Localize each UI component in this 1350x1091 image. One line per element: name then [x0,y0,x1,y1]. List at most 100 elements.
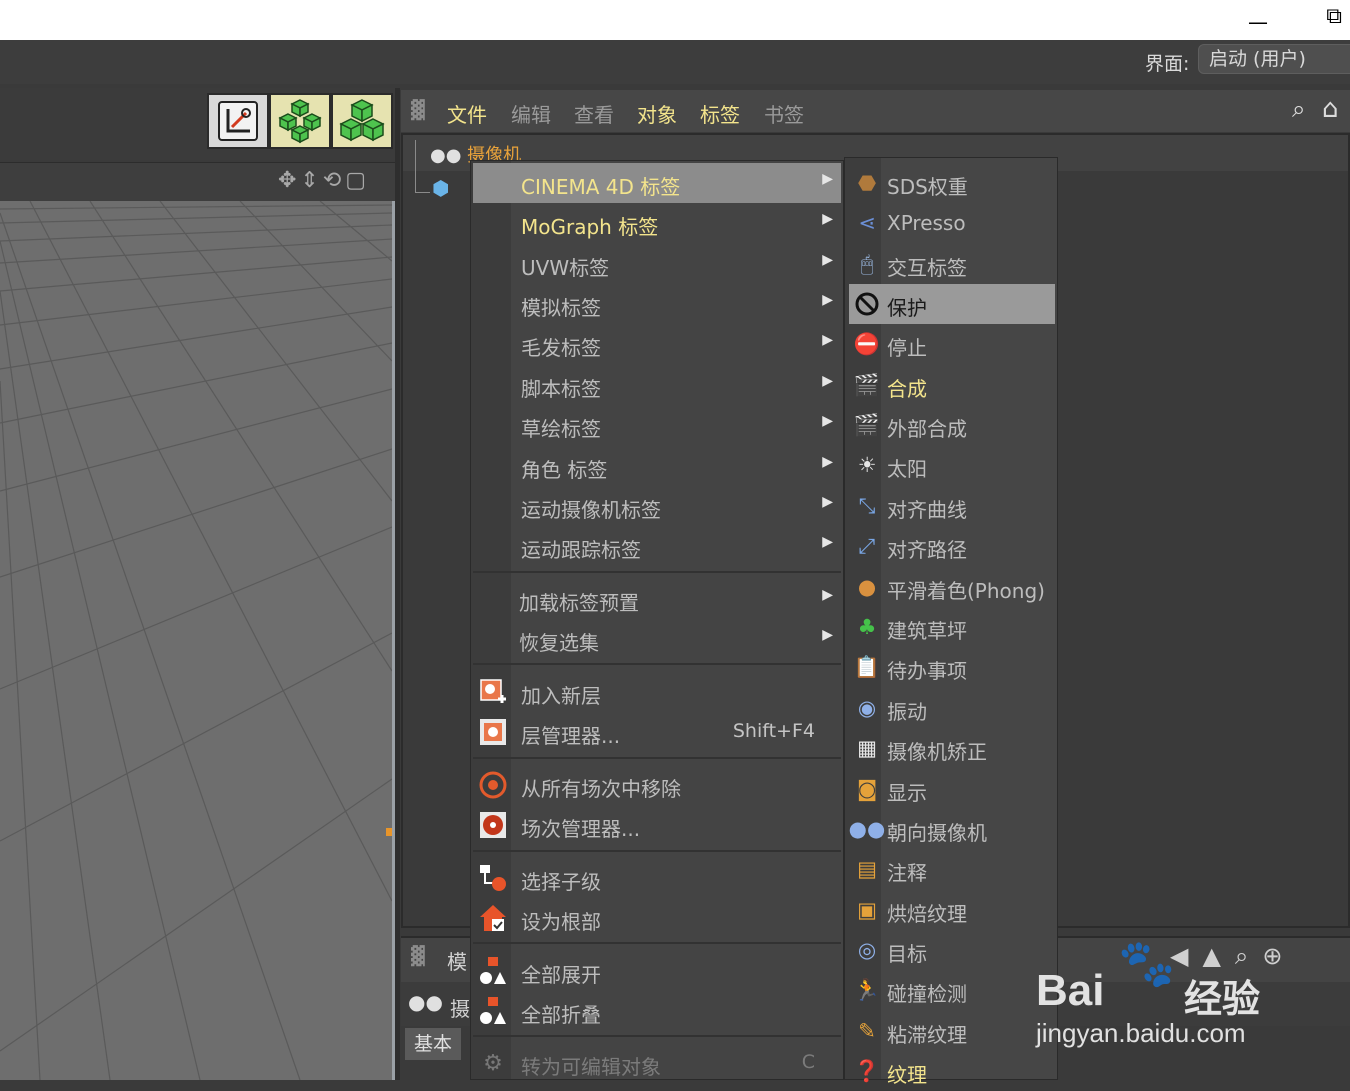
bake-texture-icon: ▣ [857,898,877,922]
menu-item-simulation-tags[interactable]: 模拟标签 ▶ [473,284,841,324]
grip-icon[interactable]: ▓ [411,946,425,967]
submenu-item-camera-calibrator[interactable]: ▦ 摄像机矫正 [849,728,1055,768]
submenu-item-align-to-spline[interactable]: ⤡ 对齐曲线 [849,486,1055,526]
search-icon[interactable]: ⌕ [1292,95,1305,123]
menu-edit[interactable]: 编辑 [511,99,551,128]
protection-icon [851,288,883,320]
submenu-item-protection[interactable]: 保护 [849,284,1055,324]
menu-item-sketch-tags[interactable]: 草绘标签 ▶ [473,405,841,445]
camera-icon: ●● [430,145,462,166]
viewport-nav-icons[interactable]: ✥⇕⟲▢ [278,168,370,193]
menu-item-remove-from-all-takes[interactable]: 从所有场次中移除 [473,765,841,805]
menu-file[interactable]: 文件 [447,99,487,128]
submenu-item-align-to-path[interactable]: ⤢ 对齐路径 [849,526,1055,566]
menu-item-label: 角色 标签 [521,458,608,482]
menu-item-motion-tracking-tags[interactable]: 运动跟踪标签 ▶ [473,526,841,566]
submenu-item-external-compositing[interactable]: 🎬 外部合成 [849,405,1055,445]
submenu-item-annotation[interactable]: ▤ 注释 [849,849,1055,889]
menu-item-label: 粘滞纹理 [887,1023,967,1047]
menu-item-label: SDS权重 [887,175,968,199]
submenu-item-compositing[interactable]: 🎬 合成 [849,365,1055,405]
submenu-item-bake-texture[interactable]: ▣ 烘焙纹理 [849,890,1055,930]
menu-item-label: 合成 [887,377,927,401]
submenu-item-look-at-camera[interactable]: ●● 朝向摄像机 [849,809,1055,849]
submenu-item-phong[interactable]: ● 平滑着色(Phong) [849,567,1055,607]
set-root-icon [477,902,509,934]
external-compositing-icon: 🎬 [853,412,881,437]
submenu-item-sun[interactable]: ☀ 太阳 [849,445,1055,485]
3d-viewport[interactable] [0,201,395,1080]
menu-view[interactable]: 查看 [574,99,614,128]
submenu-item-target[interactable]: ◎ 目标 [849,930,1055,970]
submenu-arrow-icon: ▶ [822,454,833,470]
menu-item-label: 运动跟踪标签 [521,538,641,562]
menu-bookmarks[interactable]: 书签 [764,99,804,128]
submenu-arrow-icon: ▶ [822,413,833,429]
submenu-item-xpresso[interactable]: ⋖ XPresso [849,203,1055,243]
minimize-button[interactable]: — [1248,10,1268,34]
shortcut-label: Shift+F4 [732,720,815,742]
menu-item-label: 层管理器... [521,724,621,748]
object-row-cube[interactable]: ⬢ [432,176,449,200]
coordinate-icon [218,101,258,141]
menu-item-label: 毛发标签 [521,336,601,360]
menu-item-set-as-root[interactable]: 设为根部 [473,898,841,938]
menu-item-take-manager[interactable]: 场次管理器... [473,805,841,845]
layout-dropdown[interactable]: 启动 (用户) [1198,44,1350,74]
menu-item-cinema4d-tags[interactable]: CINEMA 4D 标签 ▶ [473,163,841,203]
menu-item-expand-all[interactable]: 全部展开 [473,951,841,991]
menu-item-restore-selection[interactable]: 恢复选集 ▶ [473,619,841,659]
menu-item-uvw-tags[interactable]: UVW标签 ▶ [473,244,841,284]
menu-item-label: 太阳 [887,457,927,481]
menu-objects[interactable]: 对象 [637,99,677,128]
menu-item-script-tags[interactable]: 脚本标签 ▶ [473,365,841,405]
menu-item-load-tag-preset[interactable]: 加载标签预置 ▶ [473,579,841,619]
shortcut-label: C [801,1051,815,1073]
panel-divider[interactable] [395,88,400,1080]
vibrate-icon: ◉ [857,696,877,720]
restore-button[interactable]: ⧉ [1326,4,1342,29]
attribute-manager-title[interactable]: 模 [447,946,467,975]
object-mode-button[interactable] [331,93,393,149]
menu-item-add-to-new-layer[interactable]: 加入新层 [473,672,841,712]
menu-item-layer-manager[interactable]: 层管理器... Shift+F4 [473,712,841,752]
submenu-item-sticky-texture[interactable]: ✎ 粘滞纹理 [849,1011,1055,1051]
make-editable-icon: ⚙ [483,1050,503,1076]
submenu-item-texture[interactable]: ❓ 纹理 [849,1051,1055,1091]
submenu-item-vibrate[interactable]: ◉ 振动 [849,688,1055,728]
menu-tags[interactable]: 标签 [700,99,740,128]
timeline-mode-button[interactable] [207,93,269,149]
submenu-item-interaction-tag[interactable]: 🖱 交互标签 [849,244,1055,284]
submenu-item-stop[interactable]: ⛔ 停止 [849,324,1055,364]
submenu-item-todo[interactable]: 📋 待办事项 [849,647,1055,687]
menu-item-select-children[interactable]: 选择子级 [473,858,841,898]
menu-item-mograph-tags[interactable]: MoGraph 标签 ▶ [473,203,841,243]
submenu-item-grass[interactable]: ♣ 建筑草坪 [849,607,1055,647]
watermark-brand: Bai [1036,966,1105,1015]
submenu-item-collision[interactable]: 🏃 碰撞检测 [849,970,1055,1010]
menu-item-label: 摄像机矫正 [887,740,987,764]
select-children-icon [477,862,509,894]
menu-item-label: MoGraph 标签 [521,215,659,239]
submenu-item-display[interactable]: ◙ 显示 [849,769,1055,809]
tab-basic[interactable]: 基本 [405,1028,461,1060]
xpresso-icon: ⋖ [858,211,876,235]
menu-item-label: 全部展开 [521,963,601,987]
cube-cluster-icon [278,99,322,144]
menu-item-make-editable[interactable]: ⚙ 转为可编辑对象 C [473,1043,841,1083]
submenu-item-sds-weight[interactable]: ⬣ SDS权重 [849,163,1055,203]
grip-icon[interactable]: ▓ [411,100,425,121]
submenu-arrow-icon: ▶ [822,373,833,389]
expand-all-icon [477,955,509,987]
align-to-spline-icon: ⤡ [858,493,876,518]
menu-item-hair-tags[interactable]: 毛发标签 ▶ [473,324,841,364]
menu-item-label: 待办事项 [887,659,967,683]
cloner-mode-button[interactable] [269,93,331,149]
menu-item-label: 加入新层 [521,684,601,708]
menu-item-character-tags[interactable]: 角色 标签 ▶ [473,446,841,486]
menu-item-collapse-all[interactable]: 全部折叠 [473,991,841,1031]
home-icon[interactable]: ⌂ [1322,94,1339,124]
cubes-icon [339,99,385,142]
menu-item-motion-camera-tags[interactable]: 运动摄像机标签 ▶ [473,486,841,526]
align-to-path-icon: ⤢ [858,533,876,558]
